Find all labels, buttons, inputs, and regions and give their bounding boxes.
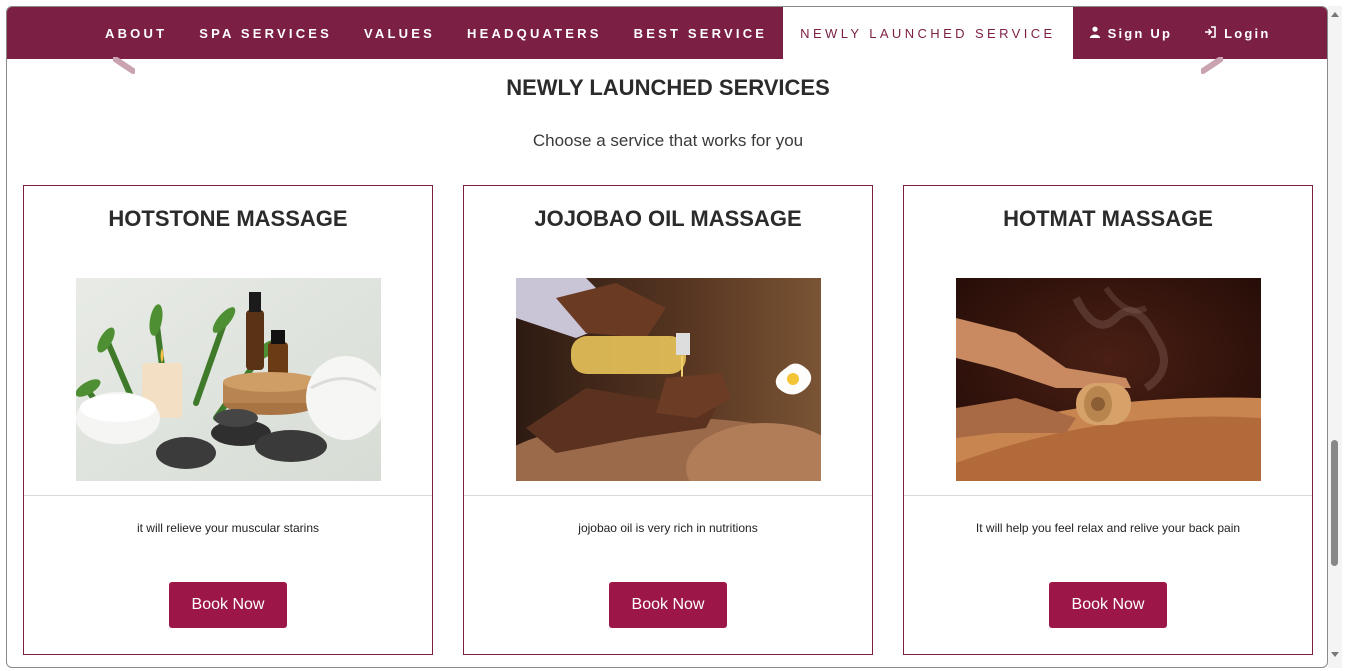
section-subtitle: Choose a service that works for you [532, 131, 804, 150]
book-now-button[interactable]: Book Now [1049, 582, 1167, 628]
nav-about[interactable]: ABOUT [89, 7, 183, 59]
service-card-hotstone: HOTSTONE MASSAGE it will relieve your mu… [23, 185, 433, 655]
nav-spa-services[interactable]: SPA SERVICES [183, 7, 348, 59]
login-icon [1204, 25, 1217, 41]
section-title: NEWLY LAUNCHED SERVICES [506, 75, 830, 100]
card-title: JOJOBAO OIL MASSAGE [534, 206, 802, 231]
login-label: Login [1224, 25, 1271, 41]
nav-best-service[interactable]: BEST SERVICE [618, 7, 784, 59]
nav-newly-launched-service[interactable]: NEWLY LAUNCHED SERVICE [783, 7, 1073, 59]
card-description: it will relieve your muscular starins [136, 521, 320, 535]
page-viewport: ABOUT SPA SERVICES VALUES HEADQUATERS BE… [6, 6, 1328, 668]
hotmat-massage-image [956, 278, 1261, 481]
hotstone-massage-image [76, 278, 381, 481]
nav-headquaters[interactable]: HEADQUATERS [451, 7, 618, 59]
service-card-hotmat: HOTMAT MASSAGE It will help you feel rel… [903, 185, 1313, 655]
card-divider [464, 495, 872, 496]
scroll-down-icon[interactable] [1331, 652, 1339, 657]
scroll-up-icon[interactable] [1331, 12, 1339, 17]
service-card-jojobao: JOJOBAO OIL MASSAGE jojobao oil is very … [463, 185, 873, 655]
card-description: jojobao oil is very rich in nutritions [578, 521, 758, 535]
signup-label: Sign Up [1107, 25, 1173, 41]
page-scrollbar[interactable] [1328, 6, 1342, 668]
card-divider [24, 495, 432, 496]
signup-link[interactable]: Sign Up [1073, 7, 1189, 59]
card-title: HOTMAT MASSAGE [1003, 206, 1213, 231]
card-title: HOTSTONE MASSAGE [108, 206, 348, 231]
book-now-button[interactable]: Book Now [169, 582, 287, 628]
top-navbar: ABOUT SPA SERVICES VALUES HEADQUATERS BE… [7, 7, 1327, 59]
user-icon [1089, 26, 1101, 41]
card-description: It will help you feel relax and relive y… [975, 521, 1241, 535]
scroll-thumb[interactable] [1331, 440, 1338, 566]
jojobao-oil-massage-image [516, 278, 821, 481]
login-link[interactable]: Login [1188, 7, 1286, 59]
book-now-button[interactable]: Book Now [609, 582, 727, 628]
card-divider [904, 495, 1312, 496]
nav-values[interactable]: VALUES [348, 7, 451, 59]
